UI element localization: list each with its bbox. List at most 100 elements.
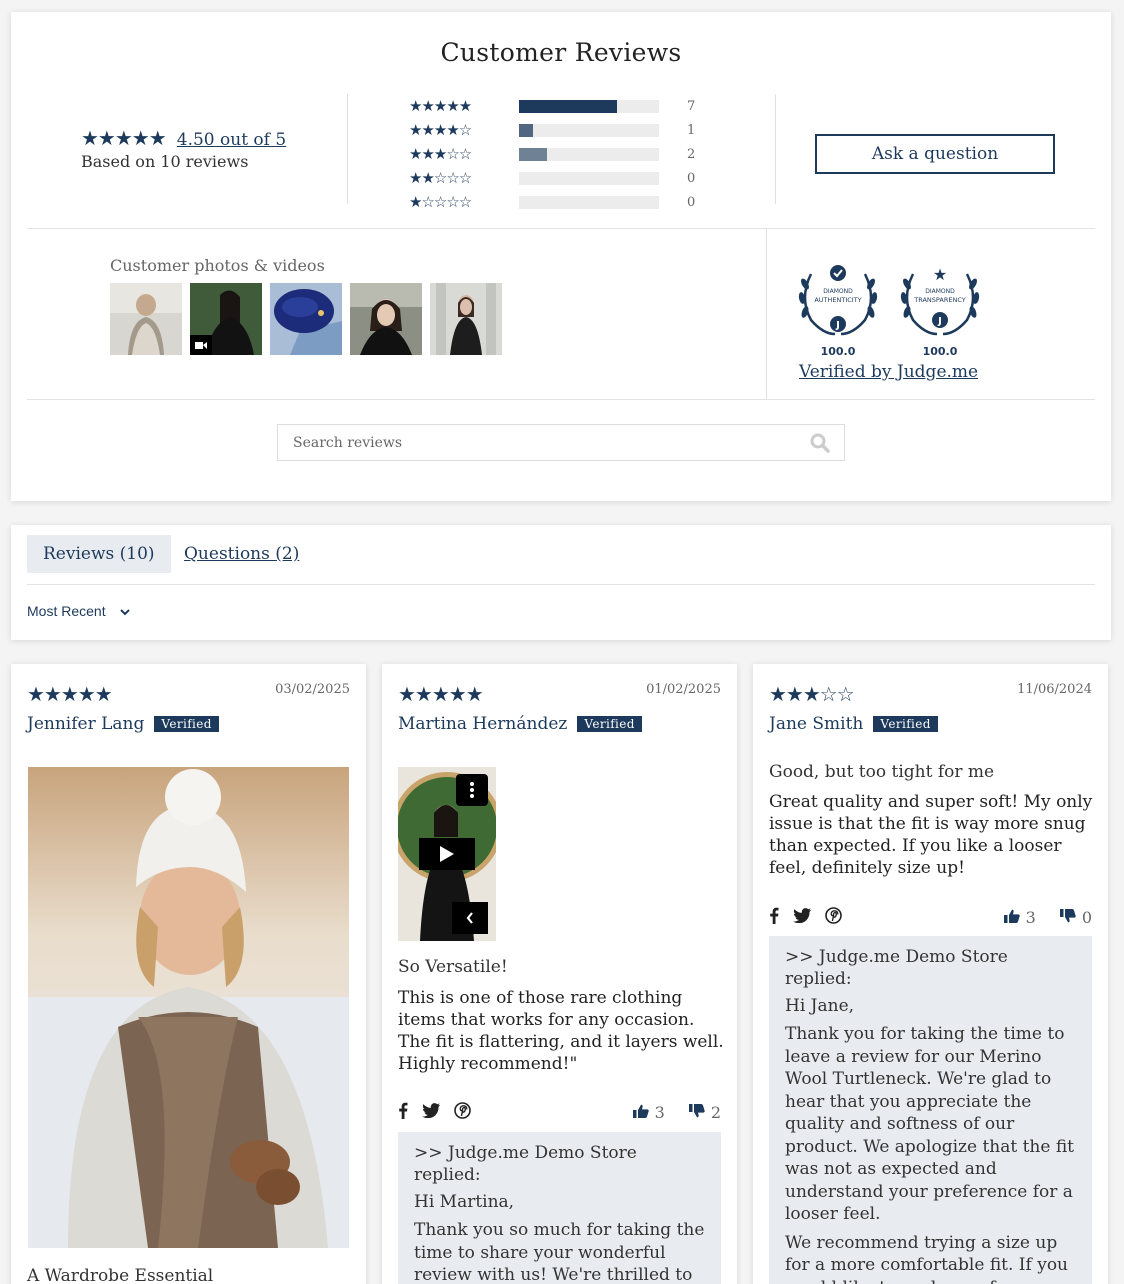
thumbs-up-icon[interactable] <box>1003 908 1020 927</box>
more-options-icon[interactable] <box>456 774 488 806</box>
media-gallery <box>110 283 502 355</box>
reviews-summary-card: Customer Reviews ★★★★★ 4.50 out of 5 Bas… <box>11 12 1111 501</box>
histogram-count: 1 <box>687 122 696 138</box>
review-stars: ★★★★★ <box>398 682 484 706</box>
authenticity-badge[interactable]: J DIAMOND AUTHENTICITY 100.0 <box>797 258 879 358</box>
histogram-count: 2 <box>687 146 696 162</box>
average-stars: ★★★★★ <box>81 126 167 150</box>
search-icon[interactable] <box>810 433 830 457</box>
review-card: ★★★★★ 03/02/2025 Jennifer Lang Verified … <box>11 664 366 1284</box>
histogram-row-4[interactable]: ★★★★☆ 1 <box>409 118 695 142</box>
histogram-row-3[interactable]: ★★★☆☆ 2 <box>409 142 695 166</box>
histogram-stars: ★★★☆☆ <box>409 145 472 163</box>
divider <box>27 228 1095 229</box>
reply-greeting: Hi Martina, <box>414 1192 515 1212</box>
transparency-badge[interactable]: ★ J DIAMOND TRANSPARENCY 100.0 <box>899 258 981 358</box>
reply-text: We recommend trying a size up for a more… <box>785 1232 1068 1284</box>
upvote-count: 3 <box>654 1103 665 1122</box>
reviews-tabs-card: Reviews (10) Questions (2) Most Recent <box>11 525 1111 640</box>
histogram-bar <box>519 195 659 209</box>
average-rating: ★★★★★ 4.50 out of 5 Based on 10 reviews <box>81 126 286 171</box>
histogram-row-1[interactable]: ★☆☆☆☆ 0 <box>409 190 695 214</box>
svg-text:J: J <box>937 316 942 327</box>
divider <box>27 399 1095 400</box>
histogram-bar <box>519 147 659 161</box>
media-thumbnail-video[interactable] <box>190 283 262 355</box>
store-reply: >> Judge.me Demo Store replied: Hi Marti… <box>398 1132 721 1284</box>
badge-score: 100.0 <box>922 345 958 358</box>
histogram-count: 7 <box>687 98 696 114</box>
review-photo[interactable] <box>28 767 349 1248</box>
reviewer-name-text: Jane Smith <box>769 714 864 734</box>
verified-badge: Verified <box>873 716 938 732</box>
verified-badge: Verified <box>577 716 642 732</box>
reply-header: >> Judge.me Demo Store replied: <box>785 947 1008 989</box>
review-title: A Wardrobe Essential <box>27 1266 214 1284</box>
search-input[interactable] <box>278 425 778 460</box>
badge-score: 100.0 <box>820 345 856 358</box>
twitter-icon[interactable] <box>422 1103 440 1122</box>
review-body: Great quality and super soft! My only is… <box>769 792 1093 878</box>
reviewer-name: Jane Smith Verified <box>769 714 938 734</box>
media-thumbnail[interactable] <box>270 283 342 355</box>
sort-label: Most Recent <box>27 603 106 619</box>
review-video[interactable] <box>398 767 496 941</box>
review-card: ★★★☆☆ 11/06/2024 Jane Smith Verified Goo… <box>753 664 1108 1284</box>
review-date: 03/02/2025 <box>275 682 350 697</box>
verified-by-judgeme-link[interactable]: Verified by Judge.me <box>799 362 978 382</box>
review-title: So Versatile! <box>398 957 508 977</box>
reply-text: Thank you for taking the time to leave a… <box>785 1024 1075 1224</box>
store-reply: >> Judge.me Demo Store replied: Hi Jane,… <box>769 936 1092 1284</box>
divider <box>347 94 348 204</box>
thumbs-up-icon[interactable] <box>632 1103 649 1122</box>
review-stars: ★★★☆☆ <box>769 682 855 706</box>
play-icon[interactable] <box>419 838 475 870</box>
histogram-count: 0 <box>687 194 696 210</box>
pinterest-icon[interactable] <box>454 1102 471 1123</box>
svg-text:TRANSPARENCY: TRANSPARENCY <box>913 296 966 304</box>
reviewer-name: Jennifer Lang Verified <box>27 714 219 734</box>
histogram-bar <box>519 99 659 113</box>
svg-text:★: ★ <box>933 265 947 284</box>
histogram-row-2[interactable]: ★★☆☆☆ 0 <box>409 166 695 190</box>
review-body: This is one of those rare clothing items… <box>398 988 724 1074</box>
svg-text:DIAMOND: DIAMOND <box>925 288 955 295</box>
sort-dropdown[interactable]: Most Recent <box>27 603 130 619</box>
ask-question-button[interactable]: Ask a question <box>815 134 1055 174</box>
review-card: ★★★★★ 01/02/2025 Martina Hernández Verif… <box>382 664 737 1284</box>
review-date: 01/02/2025 <box>646 682 721 697</box>
review-votes: 3 2 <box>632 1103 721 1122</box>
review-date: 11/06/2024 <box>1017 682 1092 697</box>
section-title: Customer Reviews <box>440 38 682 67</box>
average-score-link[interactable]: 4.50 out of 5 <box>177 130 286 150</box>
reply-greeting: Hi Jane, <box>785 996 855 1016</box>
divider <box>766 229 767 399</box>
media-thumbnail[interactable] <box>430 283 502 355</box>
facebook-icon[interactable] <box>398 1102 408 1123</box>
histogram-bar <box>519 171 659 185</box>
histogram-row-5[interactable]: ★★★★★ 7 <box>409 94 695 118</box>
reviewer-name: Martina Hernández Verified <box>398 714 642 734</box>
pinterest-icon[interactable] <box>825 907 842 928</box>
review-votes: 3 0 <box>1003 908 1092 927</box>
review-actions: 3 0 <box>769 907 1092 928</box>
reviewer-name-text: Martina Hernández <box>398 714 568 734</box>
divider <box>775 94 776 204</box>
svg-text:DIAMOND: DIAMOND <box>823 288 853 295</box>
svg-text:J: J <box>835 320 840 331</box>
chevron-left-icon[interactable] <box>452 902 488 934</box>
thumbs-down-icon[interactable] <box>688 1103 705 1122</box>
review-title: Good, but too tight for me <box>769 762 995 782</box>
media-thumbnail[interactable] <box>110 283 182 355</box>
customer-media-label: Customer photos & videos <box>110 256 325 275</box>
tab-reviews[interactable]: Reviews (10) <box>27 535 171 573</box>
tab-questions[interactable]: Questions (2) <box>168 535 315 573</box>
trust-badges: J DIAMOND AUTHENTICITY 100.0 ★ J DIAMOND… <box>797 258 981 358</box>
review-stars: ★★★★★ <box>27 682 113 706</box>
chevron-down-icon <box>119 603 130 619</box>
verified-badge: Verified <box>154 716 219 732</box>
twitter-icon[interactable] <box>793 908 811 927</box>
thumbs-down-icon[interactable] <box>1059 908 1076 927</box>
media-thumbnail[interactable] <box>350 283 422 355</box>
facebook-icon[interactable] <box>769 907 779 928</box>
